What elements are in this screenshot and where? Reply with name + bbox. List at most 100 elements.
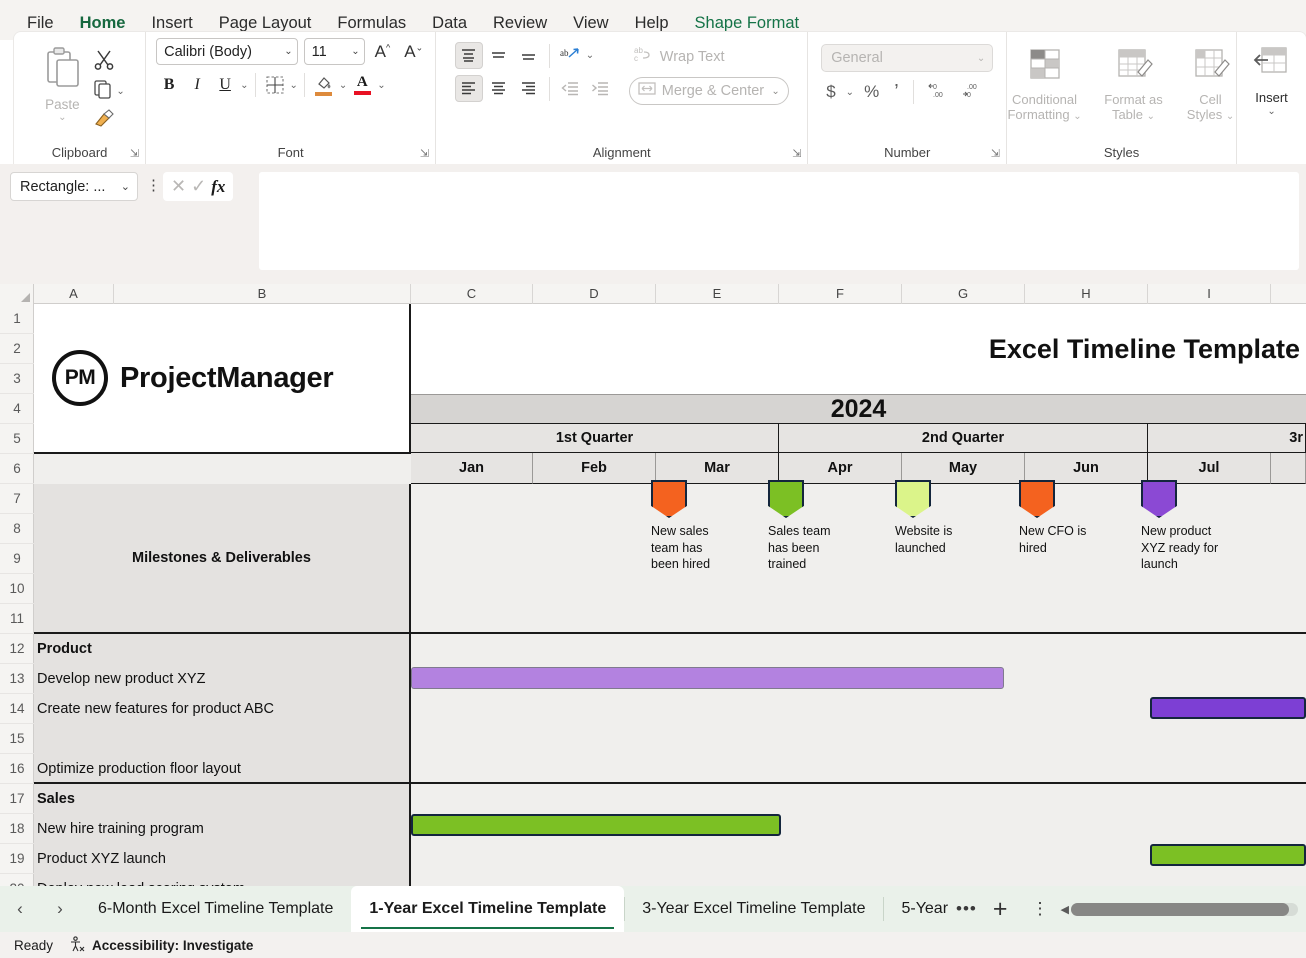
wrap-text-button[interactable]: ab c Wrap Text bbox=[629, 42, 789, 71]
insert-cells-button[interactable]: Insert ⌄ bbox=[1241, 38, 1303, 117]
fill-color-button[interactable] bbox=[311, 75, 337, 96]
column-header-B[interactable]: B bbox=[114, 284, 411, 304]
align-top-button[interactable] bbox=[454, 42, 483, 69]
currency-format-button[interactable]: $ bbox=[821, 82, 840, 102]
milestone-marker-2[interactable]: Website is launched bbox=[895, 480, 952, 556]
add-sheet-button[interactable]: + bbox=[979, 895, 1022, 924]
scrollbar-track[interactable] bbox=[1070, 902, 1298, 916]
decrease-font-size-button[interactable]: A⌄ bbox=[400, 42, 427, 62]
task-row[interactable]: New hire training program bbox=[34, 814, 409, 844]
align-center-button[interactable] bbox=[485, 75, 513, 102]
column-header-I[interactable]: I bbox=[1148, 284, 1271, 304]
select-all-corner[interactable] bbox=[0, 284, 34, 304]
conditional-formatting-button[interactable]: Conditional Formatting ⌄ bbox=[1002, 44, 1088, 123]
chevron-down-icon[interactable]: ⌄ bbox=[1226, 111, 1234, 122]
number-format-combo[interactable]: General ⌄ bbox=[821, 44, 994, 72]
decrease-decimal-button[interactable]: 0 .00 bbox=[923, 81, 953, 104]
gantt-bar-develop-product-xyz[interactable] bbox=[411, 667, 1004, 689]
chevron-left-icon[interactable]: ‹ bbox=[0, 899, 40, 919]
sheet-tab-3-year[interactable]: 3-Year Excel Timeline Template bbox=[624, 886, 883, 932]
milestone-marker-3[interactable]: New CFO is hired bbox=[1019, 480, 1086, 556]
format-as-table-button[interactable]: Format as Table ⌄ bbox=[1091, 44, 1177, 123]
row-header-10[interactable]: 10 bbox=[0, 574, 34, 604]
chevron-down-icon[interactable]: ⌄ bbox=[1073, 111, 1081, 122]
cancel-icon[interactable]: ✕ bbox=[171, 176, 186, 197]
row-header-12[interactable]: 12 bbox=[0, 634, 34, 664]
comma-format-button[interactable]: ’ bbox=[889, 81, 903, 104]
align-right-button[interactable] bbox=[515, 75, 543, 102]
column-header-D[interactable]: D bbox=[533, 284, 656, 304]
row-header-8[interactable]: 8 bbox=[0, 514, 34, 544]
task-row[interactable]: Product XYZ launch bbox=[34, 844, 409, 874]
font-dialog-launcher[interactable]: ⇲ bbox=[420, 147, 429, 160]
chevron-down-icon[interactable]: ⌄ bbox=[771, 86, 779, 97]
row-header-3[interactable]: 3 bbox=[0, 364, 34, 394]
row-header-1[interactable]: 1 bbox=[0, 304, 34, 334]
chevron-down-icon[interactable]: ⌄ bbox=[1267, 106, 1275, 117]
bold-button[interactable]: B bbox=[156, 72, 182, 98]
scroll-left-icon[interactable]: ◀ bbox=[1061, 903, 1069, 916]
increase-indent-button[interactable] bbox=[586, 75, 614, 102]
chevron-down-icon[interactable]: ⌄ bbox=[116, 86, 124, 97]
task-group-sales[interactable]: Sales bbox=[34, 784, 409, 814]
chevron-down-icon[interactable]: ⌄ bbox=[240, 80, 248, 91]
sheet-more-options-icon[interactable]: ⋮ bbox=[1022, 899, 1059, 919]
row-header-6[interactable]: 6 bbox=[0, 454, 34, 484]
row-header-9[interactable]: 9 bbox=[0, 544, 34, 574]
column-header-G[interactable]: G bbox=[902, 284, 1025, 304]
milestone-marker-0[interactable]: New sales team has been hired bbox=[651, 480, 710, 573]
number-dialog-launcher[interactable]: ⇲ bbox=[991, 147, 1000, 160]
underline-button[interactable]: U bbox=[212, 72, 238, 98]
milestone-marker-4[interactable]: New product XYZ ready for launch bbox=[1141, 480, 1218, 573]
gantt-bar-product-xyz-launch[interactable] bbox=[1150, 844, 1306, 866]
row-header-19[interactable]: 19 bbox=[0, 844, 34, 874]
chevron-down-icon[interactable]: ⌄ bbox=[58, 112, 66, 123]
copy-button[interactable] bbox=[93, 79, 113, 104]
name-box[interactable]: Rectangle: ... ⌄ bbox=[10, 172, 138, 201]
gantt-bar-create-features-abc[interactable] bbox=[1150, 697, 1306, 719]
row-header-5[interactable]: 5 bbox=[0, 424, 34, 454]
task-row[interactable]: Develop new product XYZ bbox=[34, 664, 409, 694]
chevron-right-icon[interactable]: › bbox=[40, 899, 80, 919]
align-bottom-button[interactable] bbox=[515, 42, 543, 69]
font-color-button[interactable]: A bbox=[349, 75, 375, 95]
gantt-bar-new-hire-training[interactable] bbox=[411, 814, 781, 836]
chevron-down-icon[interactable]: ⌄ bbox=[846, 87, 854, 98]
align-middle-button[interactable] bbox=[485, 42, 513, 69]
column-header-H[interactable]: H bbox=[1025, 284, 1148, 304]
fx-icon[interactable]: fx bbox=[211, 177, 225, 197]
column-header-F[interactable]: F bbox=[779, 284, 902, 304]
sheet-tab-overflow-icon[interactable]: ••• bbox=[954, 899, 979, 919]
chevron-down-icon[interactable]: ⌄ bbox=[586, 50, 594, 61]
row-header-18[interactable]: 18 bbox=[0, 814, 34, 844]
percent-format-button[interactable]: % bbox=[859, 82, 884, 102]
task-row[interactable]: Optimize production floor layout bbox=[34, 754, 409, 784]
increase-font-size-button[interactable]: A^ bbox=[371, 42, 395, 62]
row-header-17[interactable]: 17 bbox=[0, 784, 34, 814]
format-painter-button[interactable] bbox=[93, 108, 124, 133]
cell-styles-button[interactable]: Cell Styles ⌄ bbox=[1180, 44, 1242, 123]
milestone-marker-1[interactable]: Sales team has been trained bbox=[768, 480, 831, 573]
name-box-more-options[interactable]: ⋮ bbox=[146, 176, 161, 194]
text-orientation-button[interactable]: ab bbox=[556, 42, 584, 69]
row-header-13[interactable]: 13 bbox=[0, 664, 34, 694]
italic-button[interactable]: I bbox=[184, 72, 210, 98]
horizontal-scrollbar[interactable]: ◀ bbox=[1061, 902, 1298, 916]
task-row[interactable]: Deploy new lead scoring system bbox=[34, 874, 409, 886]
cut-button[interactable] bbox=[93, 48, 124, 75]
font-name-combo[interactable]: Calibri (Body) ⌄ bbox=[156, 38, 298, 65]
sheet-tab-1-year[interactable]: 1-Year Excel Timeline Template bbox=[351, 886, 625, 932]
task-row[interactable] bbox=[34, 724, 409, 754]
alignment-dialog-launcher[interactable]: ⇲ bbox=[792, 147, 801, 160]
row-header-20[interactable]: 20 bbox=[0, 874, 34, 886]
chevron-down-icon[interactable]: ⌄ bbox=[377, 80, 385, 91]
paste-button[interactable]: Paste ⌄ bbox=[34, 42, 90, 123]
sheet-tab-5-year[interactable]: 5-Year bbox=[883, 886, 954, 932]
task-group-product[interactable]: Product bbox=[34, 634, 409, 664]
row-header-11[interactable]: 11 bbox=[0, 604, 34, 634]
sheet-tab-6-month[interactable]: 6-Month Excel Timeline Template bbox=[80, 886, 351, 932]
chevron-down-icon[interactable]: ⌄ bbox=[1147, 111, 1155, 122]
merge-center-button[interactable]: Merge & Center ⌄ bbox=[628, 77, 789, 105]
scrollbar-thumb[interactable] bbox=[1070, 902, 1289, 916]
confirm-icon[interactable]: ✓ bbox=[191, 176, 206, 197]
